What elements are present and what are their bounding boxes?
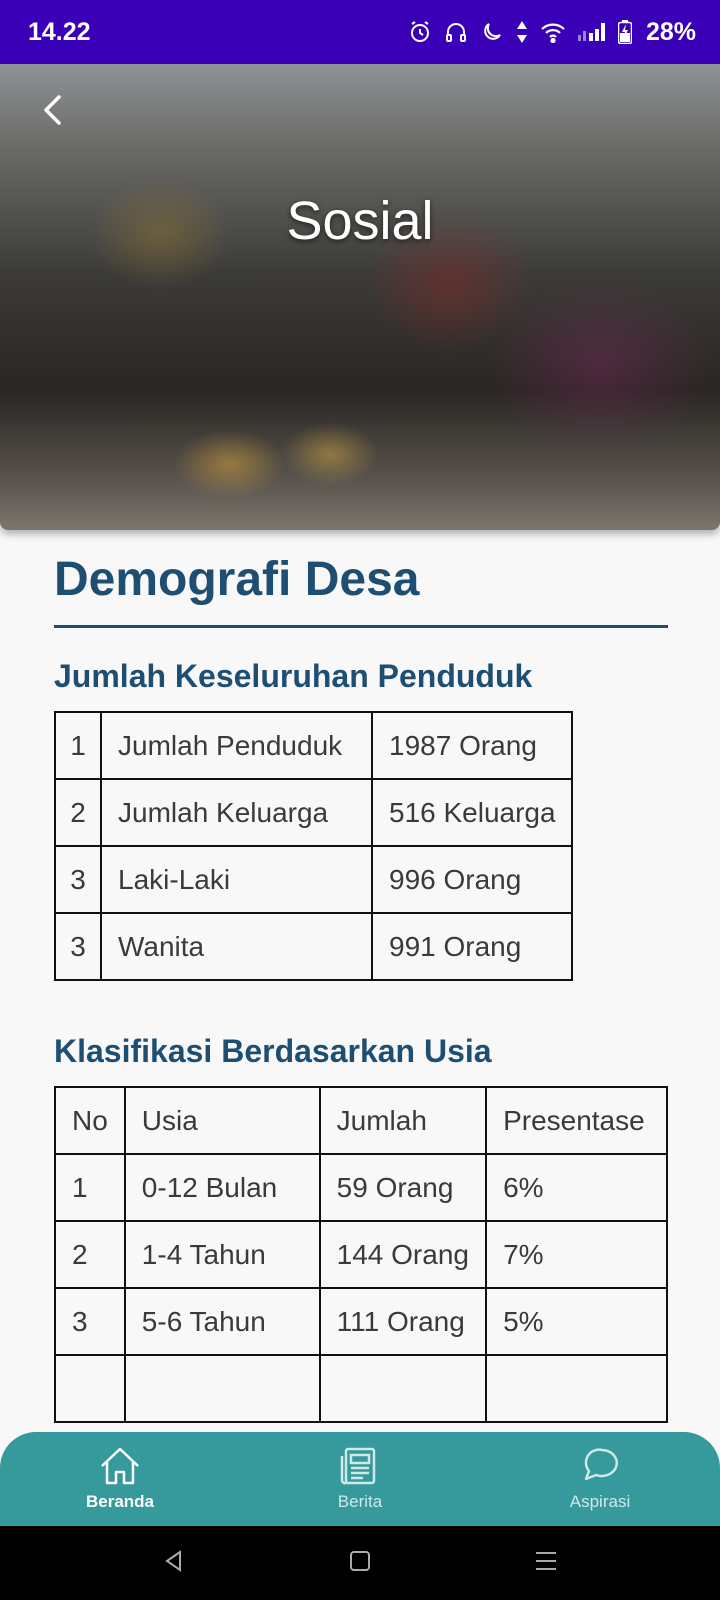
system-back-button[interactable] xyxy=(162,1549,186,1578)
table-row: 2 1-4 Tahun 144 Orang 7% xyxy=(54,1220,668,1289)
row-value: 1987 Orang xyxy=(371,711,573,780)
row-age: 1-4 Tahun xyxy=(123,1220,321,1289)
status-time: 14.22 xyxy=(28,17,91,46)
column-header-no: No xyxy=(54,1086,126,1155)
system-home-button[interactable] xyxy=(349,1550,371,1577)
row-number: 2 xyxy=(54,1220,126,1289)
main-content: Demografi Desa Jumlah Keseluruhan Pendud… xyxy=(54,530,668,1423)
row-label: Jumlah Penduduk xyxy=(100,711,373,780)
nav-label: Berita xyxy=(337,1492,383,1511)
square-home-icon xyxy=(349,1550,370,1571)
row-value: 996 Orang xyxy=(371,845,573,914)
system-recents-button[interactable] xyxy=(534,1550,558,1577)
table-row: 1 0-12 Bulan 59 Orang 6% xyxy=(54,1153,668,1222)
row-number: 1 xyxy=(54,711,102,780)
row-count xyxy=(318,1354,488,1423)
table-row: 3 5-6 Tahun 111 Orang 5% xyxy=(54,1287,668,1356)
home-icon xyxy=(101,1447,139,1485)
bottom-navigation: Beranda Berita Aspirasi xyxy=(0,1432,720,1526)
row-age: 0-12 Bulan xyxy=(123,1153,321,1222)
row-percent: 7% xyxy=(485,1220,668,1289)
column-header-percent: Presentase xyxy=(485,1086,668,1155)
age-table: No Usia Jumlah Presentase 1 0-12 Bulan 5… xyxy=(54,1086,668,1423)
headphones-icon xyxy=(445,23,466,42)
battery-percent: 28% xyxy=(645,17,696,46)
row-percent: 6% xyxy=(485,1153,668,1222)
table-row: 3 Wanita 991 Orang xyxy=(54,912,573,981)
row-number: 1 xyxy=(54,1153,126,1222)
row-number: 3 xyxy=(54,912,102,981)
row-count: 111 Orang xyxy=(318,1287,488,1356)
row-value: 991 Orang xyxy=(371,912,573,981)
hero-banner: Sosial xyxy=(0,64,720,530)
chevron-left-icon xyxy=(44,95,61,125)
heading-divider xyxy=(54,625,668,628)
table-row: 3 Laki-Laki 996 Orang xyxy=(54,845,573,914)
row-age: 5-6 Tahun xyxy=(123,1287,321,1356)
row-percent: 5% xyxy=(485,1287,668,1356)
table-header-row: No Usia Jumlah Presentase xyxy=(54,1086,668,1155)
row-label: Jumlah Keluarga xyxy=(100,778,373,847)
population-section-title: Jumlah Keseluruhan Penduduk xyxy=(54,658,533,694)
back-button[interactable] xyxy=(36,92,72,128)
status-icons: 28% xyxy=(408,18,696,47)
nav-item-berita[interactable]: Berita xyxy=(240,1432,480,1526)
row-age xyxy=(123,1354,321,1423)
row-number: 3 xyxy=(54,845,102,914)
newspaper-icon xyxy=(340,1447,376,1485)
row-percent xyxy=(485,1354,668,1423)
table-row xyxy=(54,1354,668,1423)
nav-label: Beranda xyxy=(85,1492,155,1511)
nav-label: Aspirasi xyxy=(569,1492,631,1511)
column-header-age: Usia xyxy=(123,1086,321,1155)
wifi-icon xyxy=(541,23,565,43)
column-header-count: Jumlah xyxy=(318,1086,488,1155)
row-number: 2 xyxy=(54,778,102,847)
table-row: 2 Jumlah Keluarga 516 Keluarga xyxy=(54,778,573,847)
row-label: Laki-Laki xyxy=(100,845,373,914)
age-section-title: Klasifikasi Berdasarkan Usia xyxy=(54,1033,492,1069)
row-count: 59 Orang xyxy=(318,1153,488,1222)
row-count: 144 Orang xyxy=(318,1220,488,1289)
row-number: 3 xyxy=(54,1287,126,1356)
chat-bubble-icon xyxy=(584,1448,618,1481)
row-label: Wanita xyxy=(100,912,373,981)
battery-icon xyxy=(617,20,632,44)
system-navigation-bar xyxy=(0,1526,720,1600)
row-value: 516 Keluarga xyxy=(371,778,573,847)
nav-item-beranda[interactable]: Beranda xyxy=(0,1432,240,1526)
triangle-back-icon xyxy=(164,1549,181,1572)
alarm-icon xyxy=(410,21,429,42)
hero-title: Sosial xyxy=(286,191,434,251)
menu-lines-icon xyxy=(536,1551,557,1570)
moon-icon xyxy=(484,23,501,40)
population-table: 1 Jumlah Penduduk 1987 Orang 2 Jumlah Ke… xyxy=(54,711,573,981)
row-number xyxy=(54,1354,126,1423)
table-row: 1 Jumlah Penduduk 1987 Orang xyxy=(54,711,573,780)
nav-item-aspirasi[interactable]: Aspirasi xyxy=(480,1432,720,1526)
status-bar: 14.22 28% xyxy=(0,0,720,64)
page-heading: Demografi Desa xyxy=(54,553,420,606)
data-arrows-icon xyxy=(516,21,527,43)
signal-icon xyxy=(577,23,605,41)
